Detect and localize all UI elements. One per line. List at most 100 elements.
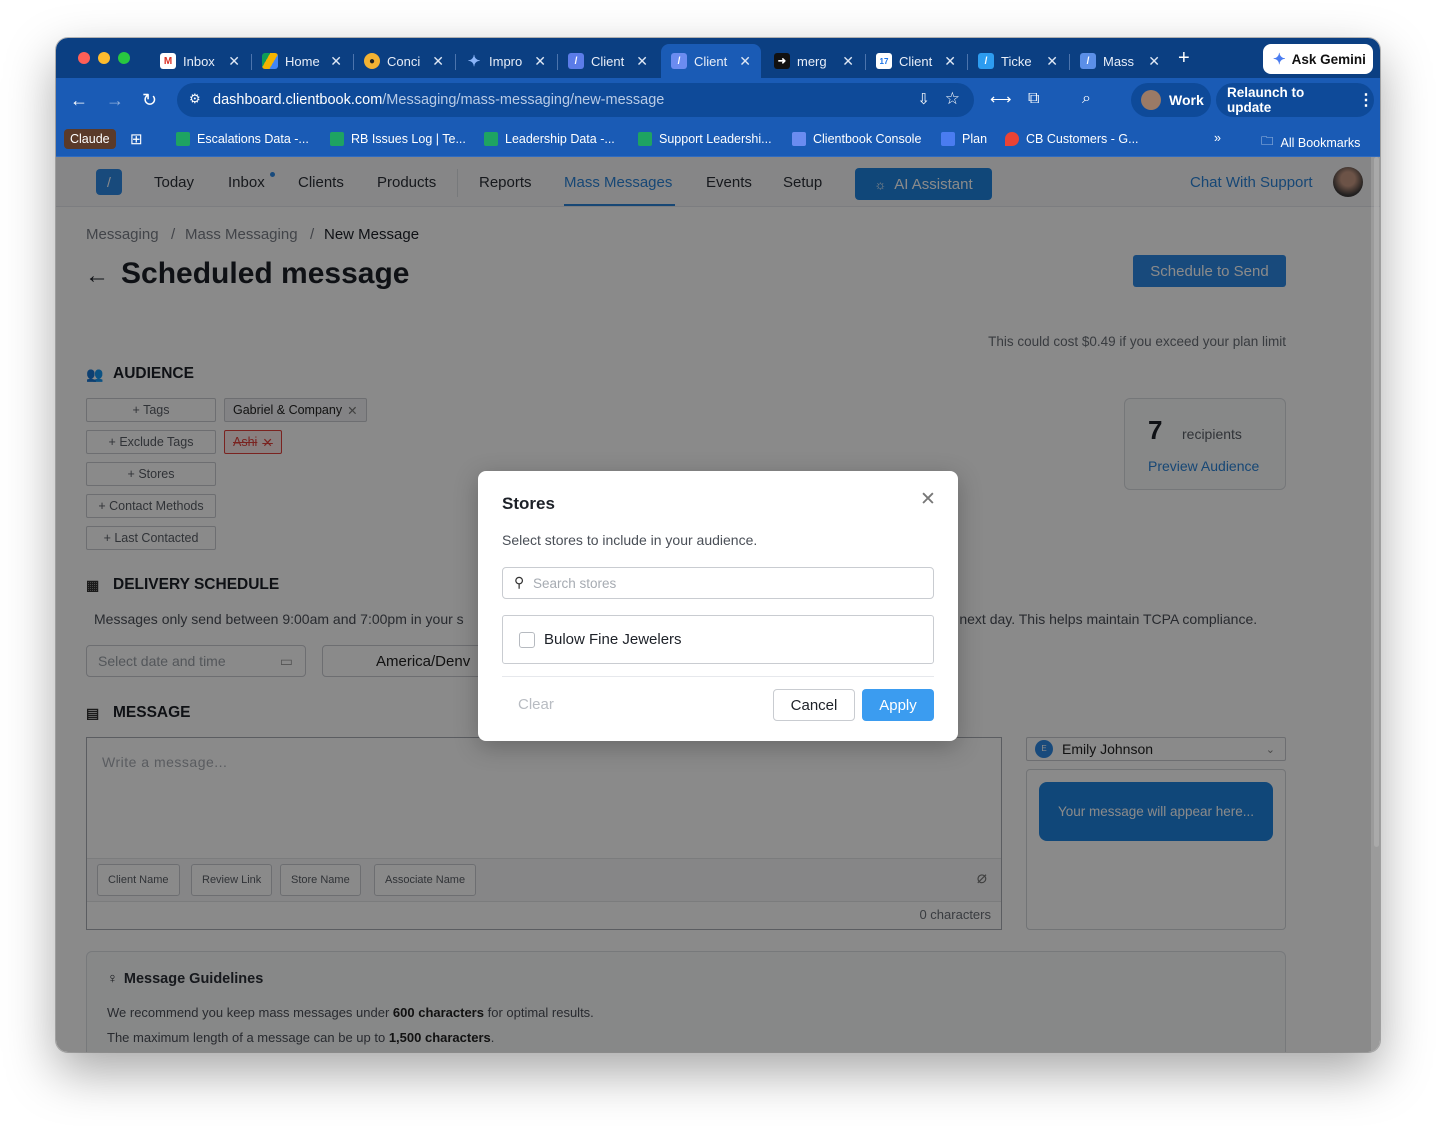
url-path: /Messaging/mass-messaging/new-message	[382, 92, 665, 108]
link-icon[interactable]: ⟷	[990, 90, 1012, 108]
tab-title: Client	[899, 53, 933, 69]
ask-gemini-button[interactable]: ✦ Ask Gemini	[1263, 44, 1373, 74]
browser-tab[interactable]: / Client ✕	[558, 44, 658, 78]
bookmark-item[interactable]: Plan	[941, 132, 987, 146]
maximize-window-button[interactable]	[118, 52, 130, 64]
browser-toolbar: ← → ↻ ⚙ dashboard.clientbook.com/Messagi…	[56, 78, 1380, 124]
profile-button[interactable]: Work	[1131, 83, 1211, 117]
tab-title: Mass	[1103, 53, 1135, 69]
browser-window: M Inbox ✕ Home ✕ ● Conci ✕ ✦ Impro ✕ / C…	[56, 38, 1380, 1052]
tab-title: Client	[591, 53, 625, 69]
bookmark-item[interactable]: CB Customers - G...	[1005, 132, 1139, 146]
close-tab-icon[interactable]: ✕	[1148, 53, 1160, 70]
close-tab-icon[interactable]: ✕	[1046, 53, 1058, 70]
modal-subtitle: Select stores to include in your audienc…	[502, 532, 758, 548]
sheets-icon	[638, 132, 652, 146]
reload-icon[interactable]: ↻	[142, 90, 157, 111]
bookmark-item[interactable]: Leadership Data -...	[484, 132, 615, 146]
gemini-icon: ✦	[1273, 51, 1286, 68]
more-bookmarks-icon[interactable]: »	[1214, 131, 1221, 145]
clientbook-icon: /	[568, 53, 584, 69]
drive-icon	[262, 53, 278, 69]
tab-title: Conci	[387, 53, 421, 69]
back-icon[interactable]: ←	[70, 90, 88, 111]
clientbook-icon: /	[1080, 53, 1096, 69]
modal-title: Stores	[502, 494, 555, 513]
sheets-icon	[176, 132, 190, 146]
tab-title: Ticke	[1001, 53, 1032, 69]
close-tab-icon[interactable]: ✕	[842, 53, 854, 70]
tab-title: Home	[285, 53, 320, 69]
search-stores-input[interactable]: ⚲ Search stores	[502, 567, 934, 599]
bookmark-item[interactable]: Clientbook Console	[792, 132, 921, 146]
store-option[interactable]: Bulow Fine Jewelers	[519, 631, 682, 648]
browser-tab[interactable]: / Mass ✕	[1070, 44, 1170, 78]
apply-button[interactable]: Apply	[862, 689, 934, 721]
browser-tab[interactable]: ✦ Impro ✕	[456, 44, 556, 78]
stores-modal: Stores ✕ Select stores to include in you…	[478, 471, 958, 741]
tab-title: Inbox	[183, 53, 215, 69]
bookmarks-bar: Claude ⊞ Escalations Data -... RB Issues…	[56, 124, 1380, 157]
close-tab-icon[interactable]: ✕	[739, 53, 751, 70]
tab-search-icon[interactable]: ⌕	[1082, 90, 1091, 108]
browser-tab[interactable]: / Ticke ✕	[968, 44, 1068, 78]
tab-title: Impro	[489, 53, 523, 69]
calendar-icon: 17	[876, 53, 892, 69]
tab-title: Client	[694, 53, 728, 69]
minimize-window-button[interactable]	[98, 52, 110, 64]
bookmark-item[interactable]: Escalations Data -...	[176, 132, 309, 146]
url-host: dashboard.clientbook.com	[213, 92, 383, 108]
folder-icon: 🗀	[1261, 134, 1274, 148]
all-bookmarks-button[interactable]: 🗀 All Bookmarks	[1261, 132, 1360, 153]
close-tab-icon[interactable]: ✕	[944, 53, 956, 70]
site-info-icon[interactable]: ⚙	[189, 91, 201, 107]
apps-grid-icon[interactable]: ⊞	[130, 130, 143, 148]
modal-divider	[502, 676, 934, 677]
tab-strip: M Inbox ✕ Home ✕ ● Conci ✕ ✦ Impro ✕ / C…	[56, 38, 1380, 78]
close-tab-icon[interactable]: ✕	[330, 53, 342, 70]
avatar	[1141, 90, 1161, 110]
more-menu-icon[interactable]: ⋮	[1358, 90, 1374, 110]
close-tab-icon[interactable]: ✕	[636, 53, 648, 70]
address-bar[interactable]: ⚙ dashboard.clientbook.com/Messaging/mas…	[177, 83, 974, 117]
extensions-icon[interactable]: ⧉	[1028, 90, 1039, 108]
new-tab-button[interactable]: +	[1178, 47, 1190, 70]
browser-tab[interactable]: Home ✕	[252, 44, 352, 78]
maps-pin-icon	[1005, 132, 1019, 146]
store-list: Bulow Fine Jewelers	[502, 615, 934, 664]
close-tab-icon[interactable]: ✕	[534, 53, 546, 70]
close-icon[interactable]: ✕	[920, 488, 936, 511]
relaunch-button[interactable]: Relaunch to update ⋮	[1216, 83, 1374, 117]
browser-tab[interactable]: M Inbox ✕	[150, 44, 250, 78]
bookmark-item[interactable]: Support Leadershi...	[638, 132, 772, 146]
browser-tab-active[interactable]: / Client ✕	[661, 44, 761, 78]
relaunch-label: Relaunch to update	[1227, 85, 1305, 115]
install-app-icon[interactable]: ⇩	[917, 90, 930, 108]
clientbook-icon	[792, 132, 806, 146]
bookmark-star-icon[interactable]: ☆	[945, 89, 960, 109]
close-tab-icon[interactable]: ✕	[228, 53, 240, 70]
close-window-button[interactable]	[78, 52, 90, 64]
sheets-icon	[484, 132, 498, 146]
clientbook-icon: /	[671, 53, 687, 69]
concierge-icon: ●	[364, 53, 380, 69]
bookmark-item[interactable]: RB Issues Log | Te...	[330, 132, 466, 146]
clientbook-icon: /	[978, 53, 994, 69]
browser-tab[interactable]: 17 Client ✕	[866, 44, 966, 78]
cursor-icon: ➜	[774, 53, 790, 69]
close-tab-icon[interactable]: ✕	[432, 53, 444, 70]
forward-icon[interactable]: →	[106, 90, 124, 111]
store-checkbox[interactable]	[519, 631, 535, 648]
cancel-button[interactable]: Cancel	[773, 689, 855, 721]
gmail-icon: M	[160, 53, 176, 69]
profile-label: Work	[1169, 92, 1204, 108]
sheets-icon	[330, 132, 344, 146]
browser-tab[interactable]: ● Conci ✕	[354, 44, 454, 78]
clear-button[interactable]: Clear	[518, 696, 554, 713]
ask-gemini-label: Ask Gemini	[1291, 51, 1366, 67]
scrollbar-thumb[interactable]	[1374, 157, 1379, 847]
browser-tab[interactable]: ➜ merg ✕	[764, 44, 864, 78]
page: / Today Inbox Clients Products Reports M…	[56, 157, 1380, 1052]
bookmark-item[interactable]: Claude	[64, 129, 116, 149]
docs-icon	[941, 132, 955, 146]
